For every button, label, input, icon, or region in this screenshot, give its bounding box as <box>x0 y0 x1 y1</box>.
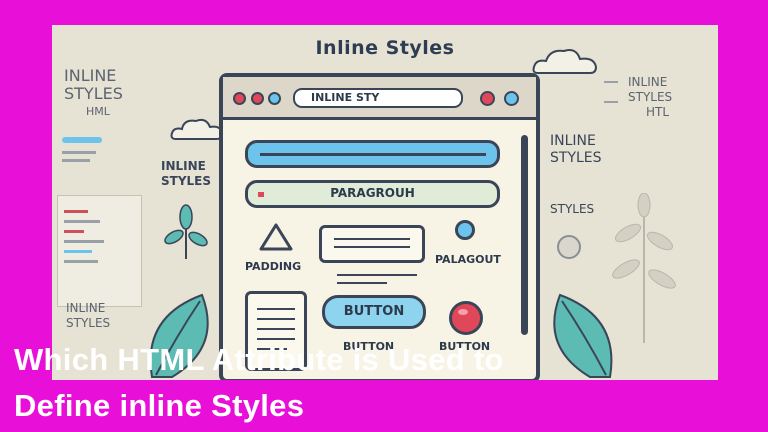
doc-line <box>257 328 295 330</box>
primary-button[interactable]: BUTTON <box>322 295 426 329</box>
plant-icon <box>164 204 208 259</box>
window-titlebar: INLINE STY <box>223 77 536 120</box>
gray-circle-icon <box>557 235 581 259</box>
doc-line <box>257 338 295 340</box>
doc-line <box>257 318 295 320</box>
text-line <box>334 238 410 240</box>
scrollbar[interactable] <box>521 135 528 335</box>
right-low-label: STYLES <box>550 202 595 216</box>
overlay-title-line-2: Define inline Styles <box>14 388 305 423</box>
blue-input-bar[interactable] <box>245 140 500 168</box>
blue-ball-icon <box>455 220 475 240</box>
button-highlight <box>458 309 468 315</box>
left-top-labels: INLINE STYLES HML <box>64 67 123 121</box>
minimize-dot-icon[interactable] <box>251 92 264 105</box>
right-mid-label-2: STYLES <box>550 150 602 166</box>
left-gray-line <box>62 151 96 154</box>
left-bottom-label-1: INLINE <box>66 301 106 315</box>
url-bar[interactable]: INLINE STY <box>293 88 463 108</box>
close-dot-icon[interactable] <box>233 92 246 105</box>
red-dot-icon[interactable] <box>480 91 495 106</box>
right-top-label-2: STYLES <box>628 90 673 104</box>
left-bottom-label-2: STYLES <box>66 316 111 330</box>
right-gray-line <box>604 81 618 83</box>
blue-dot-icon[interactable] <box>504 91 519 106</box>
code-line <box>64 210 88 213</box>
paragraph-label: PARAGROUH <box>330 186 415 200</box>
left-blue-bar <box>62 137 102 143</box>
doc-line <box>257 308 295 310</box>
right-mid-label-1: INLINE <box>550 133 596 149</box>
padding-label: PADDING <box>245 260 302 273</box>
red-round-button[interactable] <box>449 301 483 335</box>
maximize-dot-icon[interactable] <box>268 92 281 105</box>
code-line <box>64 260 98 263</box>
right-mid-labels: INLINE STYLES <box>550 133 602 167</box>
right-top-label-3: HTL <box>646 105 670 119</box>
text-block <box>319 225 425 263</box>
left-top-label-1: INLINE <box>64 66 117 85</box>
code-line <box>64 230 84 233</box>
left-top-label-2: STYLES <box>64 84 123 103</box>
large-leaf-right-icon <box>553 293 613 378</box>
illustration-poster: Inline Styles INLINE STYLES HML INLINE S… <box>52 25 718 380</box>
overlay-title-line-1: Which HTML Attribute is Used to <box>14 342 504 377</box>
code-panel <box>57 195 142 307</box>
triangle-icon <box>259 223 293 251</box>
cloud-icon <box>170 118 224 140</box>
code-line <box>64 250 92 253</box>
poster-heading: Inline Styles <box>315 37 455 59</box>
right-gray-line <box>604 101 618 103</box>
palagout-label: PALAGOUT <box>435 253 501 266</box>
text-line <box>334 246 410 248</box>
left-mid-label-2: STYLES <box>161 174 212 188</box>
paragraph-bar[interactable]: PARAGROUH <box>245 180 500 208</box>
browser-window: INLINE STY PARAGROUH PADDING PALAGOUT BU… <box>219 73 540 380</box>
code-line <box>64 240 104 243</box>
bar-line <box>260 153 486 156</box>
cloud-icon <box>532 49 598 74</box>
left-bottom-labels: INLINE STYLES <box>66 301 110 331</box>
divider-line <box>337 274 417 276</box>
right-top-labels: INLINE STYLES HTL <box>628 75 672 120</box>
divider-line <box>337 282 387 284</box>
left-mid-labels: INLINE STYLES <box>161 159 211 189</box>
left-gray-line <box>62 159 90 162</box>
code-line <box>64 220 100 223</box>
left-top-label-3: HML <box>86 105 110 118</box>
left-mid-label-1: INLINE <box>161 159 206 173</box>
fern-icon <box>612 193 676 343</box>
right-top-label-1: INLINE <box>628 75 668 89</box>
